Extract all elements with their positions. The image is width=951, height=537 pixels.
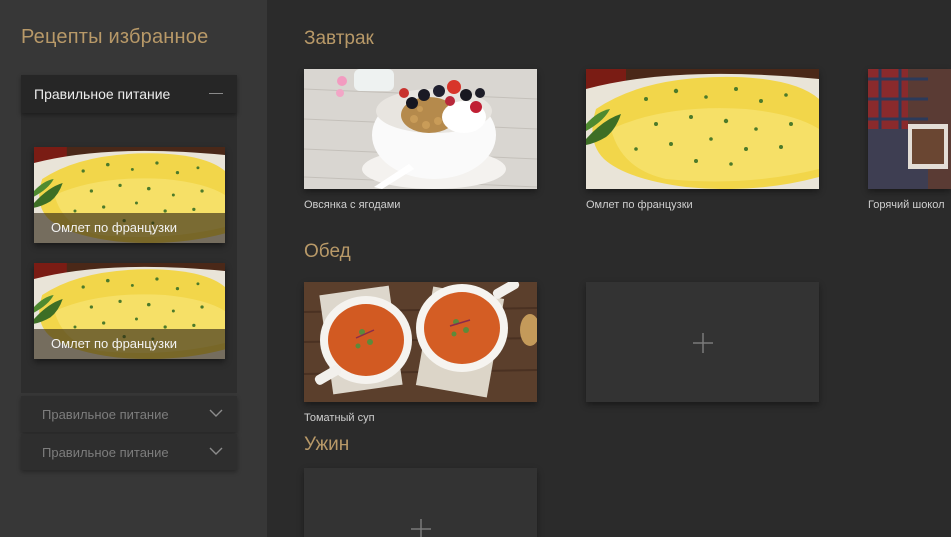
- group-label: Правильное питание: [34, 86, 171, 102]
- favorites-group-collapsed[interactable]: Правильное питание: [21, 434, 237, 470]
- app: Рецепты избранное Правильное питание Омл…: [0, 0, 951, 537]
- section-title-breakfast: Завтрак: [304, 28, 374, 49]
- recipe-card[interactable]: [304, 282, 537, 402]
- recipe-caption: Омлет по французки: [51, 220, 178, 235]
- recipe-card[interactable]: [586, 69, 819, 189]
- add-recipe-button[interactable]: [304, 468, 537, 537]
- group-label: Правильное питание: [42, 407, 169, 422]
- omelette-image: [586, 69, 819, 189]
- recipe-caption: Томатный суп: [304, 412, 375, 424]
- oatmeal-berries-image: [304, 69, 537, 189]
- recipe-caption: Горячий шокол: [868, 199, 945, 211]
- plus-icon: [693, 333, 713, 353]
- chevron-down-icon[interactable]: [209, 409, 223, 418]
- favorite-recipe-card[interactable]: Омлет по французки: [34, 263, 225, 359]
- tomato-soup-image: [304, 282, 537, 402]
- group-label: Правильное питание: [42, 445, 169, 460]
- hot-chocolate-image: [868, 69, 951, 189]
- sidebar: Рецепты избранное Правильное питание Омл…: [0, 0, 267, 537]
- add-recipe-button[interactable]: [586, 282, 819, 402]
- sidebar-title: Рецепты избранное: [21, 26, 209, 48]
- recipe-card[interactable]: [304, 69, 537, 189]
- favorites-group-header[interactable]: Правильное питание: [21, 75, 237, 113]
- minus-icon[interactable]: [209, 93, 223, 94]
- plus-icon: [411, 519, 431, 537]
- section-title-dinner: Ужин: [304, 434, 350, 455]
- recipe-caption: Овсянка с ягодами: [304, 199, 401, 211]
- favorite-recipe-card[interactable]: Омлет по французки: [34, 147, 225, 243]
- chevron-down-icon[interactable]: [209, 447, 223, 456]
- recipe-caption: Омлет по французки: [51, 336, 178, 351]
- recipe-card[interactable]: [868, 69, 951, 189]
- recipe-caption: Омлет по французки: [586, 199, 693, 211]
- favorites-group-collapsed[interactable]: Правильное питание: [21, 396, 237, 432]
- favorites-group-open: Правильное питание Омлет по французки Ом…: [21, 75, 237, 393]
- section-title-lunch: Обед: [304, 241, 351, 262]
